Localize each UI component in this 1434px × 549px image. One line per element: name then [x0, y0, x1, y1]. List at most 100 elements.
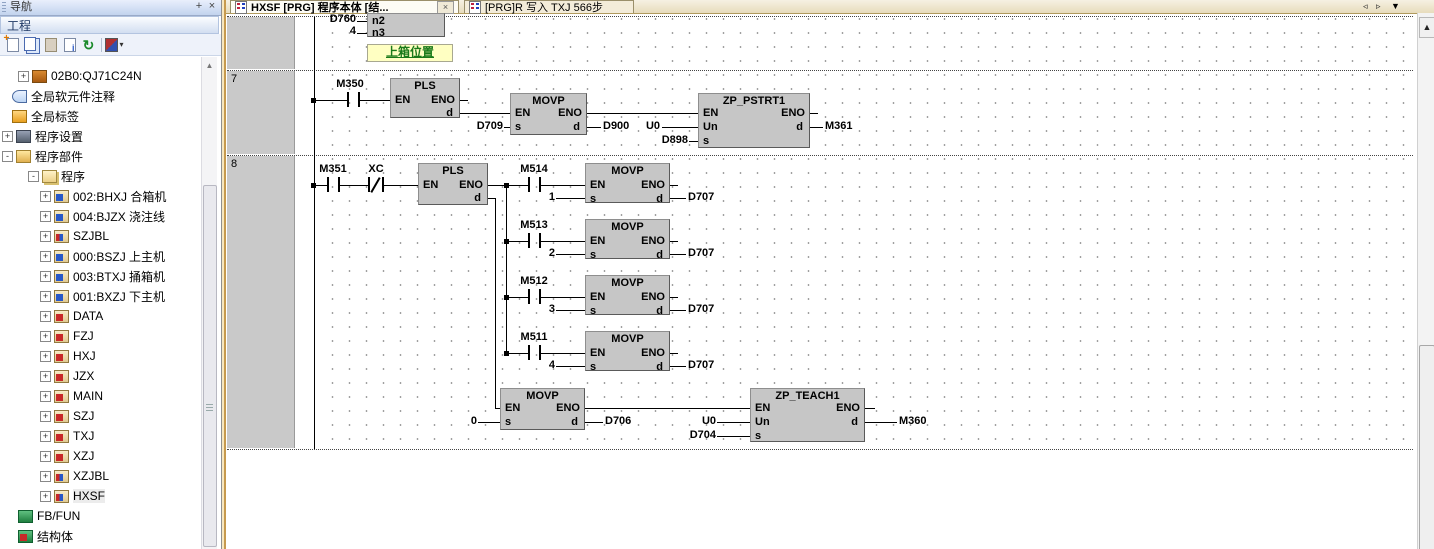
expand-icon[interactable]: + [40, 411, 51, 422]
tree-item-fzj[interactable]: +FZJ [40, 326, 94, 346]
contact-label[interactable]: M513 [516, 220, 552, 231]
operand-value[interactable]: D900 [603, 121, 637, 132]
operand-value[interactable]: U0 [634, 121, 660, 132]
tab-txj-program[interactable]: [PRG]R 写入 TXJ 566步 [464, 0, 634, 13]
operand-value[interactable]: D707 [688, 192, 722, 203]
paste-button[interactable] [41, 36, 60, 54]
expand-icon[interactable]: + [40, 431, 51, 442]
operand-value[interactable]: 0 [445, 416, 477, 427]
tab-hxsf-program[interactable]: HXSF [PRG] 程序本体 [结... × [230, 0, 459, 13]
panel-splitter[interactable] [221, 0, 226, 549]
operand-value[interactable]: D707 [688, 248, 722, 259]
pls-block[interactable]: PLS EN ENO d [418, 163, 488, 205]
comment-note[interactable]: 上箱位置 [367, 44, 453, 62]
expand-icon[interactable]: + [40, 251, 51, 262]
tree-item-struct[interactable]: 结构体 [18, 526, 73, 546]
operand-value[interactable]: 3 [521, 304, 555, 315]
expand-icon[interactable]: + [40, 291, 51, 302]
contact-bar[interactable] [528, 345, 530, 360]
tree-item-program-setting[interactable]: +程序设置 [2, 126, 83, 146]
operand-value[interactable]: 4 [521, 360, 555, 371]
tree-item-data[interactable]: +DATA [40, 306, 103, 326]
tree-item-module[interactable]: +02B0:QJ71C24N [18, 66, 142, 86]
movp-block[interactable]: MOVP EN ENO s d [585, 275, 670, 315]
fbd-block-partial[interactable]: n2 n3 [367, 13, 445, 37]
contact-label[interactable]: M351 [315, 164, 351, 175]
tree-item-xzjbl[interactable]: +XZJBL [40, 466, 109, 486]
tree-item-txj[interactable]: +TXJ [40, 426, 94, 446]
operand-value[interactable]: D898 [654, 135, 688, 146]
tree-item-szjbl[interactable]: +SZJBL [40, 226, 109, 246]
tree-item-fb-fun[interactable]: FB/FUN [18, 506, 80, 526]
tree-item-004-bjzx[interactable]: +004:BJZX 浇注线 [40, 206, 165, 226]
property-button[interactable] [60, 36, 79, 54]
tree-item-000-bszj[interactable]: +000:BSZJ 上主机 [40, 246, 165, 266]
expand-icon[interactable]: + [40, 471, 51, 482]
rung-gutter-8[interactable]: 8 [227, 156, 295, 448]
scrollbar-thumb[interactable] [203, 185, 217, 547]
expand-icon[interactable]: + [40, 191, 51, 202]
tree-item-001-bxzj[interactable]: +001:BXZJ 下主机 [40, 286, 165, 306]
operand-value[interactable]: D707 [688, 360, 722, 371]
tree-vscrollbar[interactable]: ▲ [201, 57, 217, 549]
expand-icon[interactable]: - [28, 171, 39, 182]
operand-value[interactable]: U0 [682, 416, 716, 427]
contact-label[interactable]: M511 [516, 332, 552, 343]
operand-value[interactable]: 4 [320, 26, 356, 37]
expand-icon[interactable]: + [40, 391, 51, 402]
contact-bar[interactable] [368, 177, 370, 192]
operand-value[interactable]: 1 [521, 192, 555, 203]
contact-label[interactable]: M514 [516, 164, 552, 175]
expand-icon[interactable]: + [40, 491, 51, 502]
operand-value[interactable]: M361 [825, 121, 861, 132]
view-mode-button[interactable]: ▾ [105, 36, 124, 54]
contact-bar[interactable] [528, 233, 530, 248]
operand-value[interactable]: D706 [605, 416, 639, 427]
close-icon[interactable]: × [206, 0, 218, 14]
dock-grip[interactable] [2, 2, 6, 13]
tree-item-003-btxj[interactable]: +003:BTXJ 捅箱机 [40, 266, 165, 286]
expand-icon[interactable]: + [2, 131, 13, 142]
expand-icon[interactable]: + [40, 451, 51, 462]
tree-item-global-label[interactable]: 全局标签 [12, 106, 79, 126]
expand-icon[interactable]: + [40, 371, 51, 382]
contact-bar[interactable] [528, 177, 530, 192]
contact-bar[interactable] [347, 92, 349, 107]
operand-value[interactable]: D707 [688, 304, 722, 315]
tree-item-szj[interactable]: +SZJ [40, 406, 94, 426]
tab-scroll-left-icon[interactable]: ◃ [1363, 1, 1368, 11]
contact-label[interactable]: M350 [330, 79, 370, 90]
scrollbar-thumb[interactable] [1419, 345, 1434, 549]
tree-item-device-comment[interactable]: 全局软元件注释 [12, 86, 115, 106]
movp-block[interactable]: MOVP EN ENO s d [585, 219, 670, 259]
scroll-up-arrow-icon[interactable]: ▲ [203, 59, 216, 73]
tree-item-002-bhxj[interactable]: +002:BHXJ 合箱机 [40, 186, 166, 206]
scroll-up-arrow-icon[interactable]: ▲ [1419, 17, 1434, 38]
tab-list-dropdown-icon[interactable]: ▼ [1391, 1, 1400, 11]
tree-item-hxsf[interactable]: +HXSF [40, 486, 105, 506]
operand-value[interactable]: D709 [468, 121, 503, 132]
contact-label[interactable]: M512 [516, 276, 552, 287]
expand-icon[interactable]: + [40, 271, 51, 282]
expand-icon[interactable]: + [40, 331, 51, 342]
tab-close-icon[interactable]: × [437, 1, 454, 14]
movp-block[interactable]: MOVP EN ENO s d [585, 331, 670, 371]
operand-value[interactable]: D704 [682, 430, 716, 441]
expand-icon[interactable]: + [40, 211, 51, 222]
movp-block[interactable]: MOVP EN ENO s d [510, 93, 587, 135]
pls-block[interactable]: PLS EN ENO d [390, 78, 460, 118]
zp-pstrt1-block[interactable]: ZP_PSTRT1 EN ENO Un d s [698, 93, 810, 148]
editor-vscrollbar[interactable]: ▲ [1417, 13, 1434, 549]
refresh-button[interactable]: ↻ [79, 36, 98, 54]
tree-item-program-folder[interactable]: -程序 [28, 166, 85, 186]
contact-bar[interactable] [327, 177, 329, 192]
contact-label[interactable]: XC [362, 164, 390, 175]
expand-icon[interactable]: + [40, 351, 51, 362]
new-item-button[interactable] [3, 36, 22, 54]
tree-item-hxj[interactable]: +HXJ [40, 346, 96, 366]
expand-icon[interactable]: - [2, 151, 13, 162]
tab-scroll-right-icon[interactable]: ▹ [1376, 1, 1381, 11]
operand-value[interactable]: 2 [521, 248, 555, 259]
operand-value[interactable]: M360 [899, 416, 935, 427]
operand-value[interactable]: D760 [320, 14, 356, 25]
